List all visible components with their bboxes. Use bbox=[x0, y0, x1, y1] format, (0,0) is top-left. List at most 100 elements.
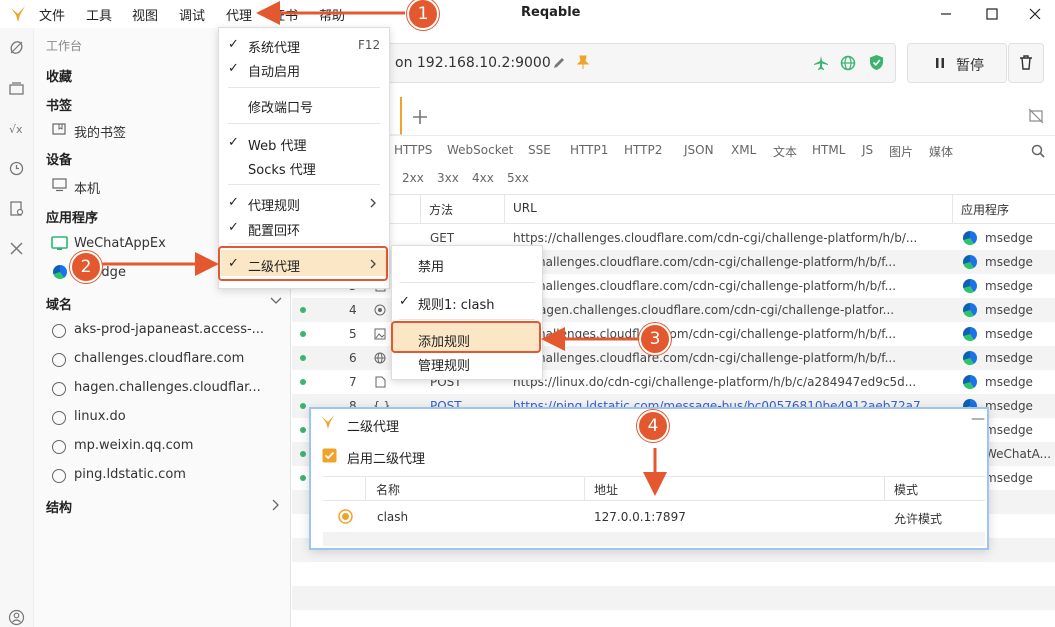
menu-auto-enable[interactable]: 自动启用 bbox=[248, 61, 300, 80]
row-app: msedge bbox=[985, 399, 1033, 413]
filter-media[interactable]: 媒体 bbox=[929, 143, 953, 160]
chevron-right-icon[interactable] bbox=[271, 499, 281, 511]
checkbox-checked-icon[interactable] bbox=[322, 448, 337, 463]
sidebar-my-bookmarks[interactable]: 我的书签 bbox=[74, 122, 126, 141]
table-row bbox=[292, 586, 1055, 610]
row-app: msedge bbox=[985, 231, 1033, 245]
dialog-title: 二级代理 bbox=[347, 420, 400, 435]
radio-selected-icon[interactable] bbox=[338, 509, 353, 524]
search-icon[interactable] bbox=[1031, 144, 1045, 158]
filter-text[interactable]: 文本 bbox=[773, 143, 797, 160]
check-icon: ✓ bbox=[399, 294, 410, 309]
account-icon[interactable] bbox=[8, 609, 25, 626]
menu-file[interactable]: 文件 bbox=[39, 5, 65, 24]
sidebar-favorites[interactable]: 收藏 bbox=[46, 66, 72, 85]
column-method[interactable]: 方法 bbox=[429, 201, 453, 218]
column-divider bbox=[365, 476, 366, 501]
menu-separator bbox=[228, 87, 380, 88]
menu-socks-proxy[interactable]: Socks 代理 bbox=[248, 159, 316, 178]
sidebar-domains[interactable]: 域名 bbox=[46, 294, 72, 313]
filter-js[interactable]: JS bbox=[862, 143, 873, 157]
menu-loopback[interactable]: 配置回环 bbox=[248, 220, 300, 239]
filter-http1[interactable]: HTTP1 bbox=[570, 143, 608, 157]
globe-icon[interactable] bbox=[840, 55, 856, 71]
capture-icon[interactable] bbox=[8, 39, 25, 56]
enable-secondary-proxy-label[interactable]: 启用二级代理 bbox=[347, 448, 425, 467]
dialog-minimize-icon[interactable]: — bbox=[971, 411, 985, 427]
sidebar-apps[interactable]: 应用程序 bbox=[46, 207, 98, 226]
domain-item[interactable]: aks-prod-japaneast.access-... bbox=[74, 322, 264, 337]
menu-proxy[interactable]: 代理 bbox=[226, 5, 252, 24]
dialog-column-address: 地址 bbox=[594, 483, 619, 497]
filter-5xx[interactable]: 5xx bbox=[507, 171, 529, 185]
chevron-down-icon[interactable] bbox=[270, 296, 282, 306]
menu-change-port[interactable]: 修改端口号 bbox=[248, 97, 313, 116]
filter-2xx[interactable]: 2xx bbox=[402, 171, 424, 185]
document-icon[interactable] bbox=[8, 200, 25, 217]
menu-separator bbox=[228, 243, 380, 244]
pause-icon bbox=[936, 58, 944, 68]
filter-websocket[interactable]: WebSocket bbox=[447, 143, 513, 157]
submenu-disable[interactable]: 禁用 bbox=[418, 256, 444, 275]
function-icon[interactable]: √x bbox=[8, 120, 25, 137]
shield-icon[interactable] bbox=[869, 54, 884, 71]
column-url[interactable]: URL bbox=[513, 201, 537, 215]
filter-html[interactable]: HTML bbox=[812, 143, 845, 157]
domain-item[interactable]: linux.do bbox=[74, 409, 126, 424]
airplane-icon[interactable] bbox=[813, 55, 829, 71]
sidebar-this-machine[interactable]: 本机 bbox=[74, 178, 100, 197]
menu-tools[interactable]: 工具 bbox=[86, 5, 112, 24]
rule-address: 127.0.0.1:7897 bbox=[594, 510, 686, 524]
menu-view[interactable]: 视图 bbox=[132, 5, 158, 24]
domain-item[interactable]: challenges.cloudflare.com bbox=[74, 351, 244, 366]
status-dot bbox=[300, 355, 306, 361]
maximize-button[interactable] bbox=[982, 4, 1002, 24]
filter-http2[interactable]: HTTP2 bbox=[624, 143, 662, 157]
column-divider bbox=[420, 194, 421, 224]
close-button[interactable] bbox=[1025, 4, 1045, 24]
filter-sse[interactable]: SSE bbox=[528, 143, 551, 157]
minimize-button[interactable] bbox=[936, 4, 956, 24]
menu-help[interactable]: 帮助 bbox=[319, 5, 345, 24]
sidebar-structure[interactable]: 结构 bbox=[46, 497, 72, 516]
domain-item[interactable]: hagen.challenges.cloudflar... bbox=[74, 380, 261, 395]
menu-web-proxy[interactable]: Web 代理 bbox=[248, 135, 306, 154]
hide-details-icon[interactable] bbox=[1028, 108, 1044, 124]
filter-json[interactable]: JSON bbox=[684, 143, 714, 157]
column-divider bbox=[584, 476, 585, 501]
menu-proxy-rules[interactable]: 代理规则 bbox=[248, 195, 300, 214]
dialog-table-header bbox=[323, 476, 985, 501]
edit-icon[interactable] bbox=[552, 56, 566, 70]
filter-image[interactable]: 图片 bbox=[889, 143, 913, 160]
row-url: s://challenges.cloudflare.com/cdn-cgi/ch… bbox=[513, 351, 897, 365]
msedge-icon bbox=[963, 255, 977, 269]
menu-certificate[interactable]: 证书 bbox=[272, 5, 298, 24]
app-title: Reqable bbox=[521, 5, 581, 20]
menu-system-proxy[interactable]: 系统代理 bbox=[248, 37, 300, 56]
submenu-manage-rules[interactable]: 管理规则 bbox=[418, 355, 470, 374]
domain-item[interactable]: ping.ldstatic.com bbox=[74, 467, 186, 482]
submenu-rule1[interactable]: 规则1: clash bbox=[418, 294, 495, 313]
sidebar-workspace[interactable]: 工作台 bbox=[46, 37, 82, 54]
menu-debug[interactable]: 调试 bbox=[179, 5, 205, 24]
history-icon[interactable] bbox=[8, 160, 25, 177]
check-icon: ✓ bbox=[228, 37, 239, 52]
pin-icon[interactable] bbox=[577, 55, 589, 70]
add-tab-icon[interactable] bbox=[412, 109, 428, 125]
sidebar-devices[interactable]: 设备 bbox=[46, 149, 72, 168]
filter-4xx[interactable]: 4xx bbox=[472, 171, 494, 185]
collection-icon[interactable] bbox=[8, 80, 25, 97]
filter-xml[interactable]: XML bbox=[731, 143, 756, 157]
status-dot bbox=[300, 379, 306, 385]
sidebar-app-wechatappex[interactable]: WeChatAppEx bbox=[74, 236, 166, 251]
filter-3xx[interactable]: 3xx bbox=[437, 171, 459, 185]
tools-icon[interactable] bbox=[8, 240, 25, 257]
domain-item[interactable]: mp.weixin.qq.com bbox=[74, 438, 193, 453]
row-id: 6 bbox=[349, 351, 357, 365]
sidebar-bookmarks[interactable]: 书签 bbox=[46, 95, 72, 114]
row-url: https://linux.do/cdn-cgi/challenge-platf… bbox=[513, 375, 917, 389]
annotation-badge-2: 2 bbox=[70, 251, 102, 283]
rule-mode: 允许模式 bbox=[894, 512, 943, 526]
filter-https[interactable]: HTTPS bbox=[394, 143, 432, 157]
column-app[interactable]: 应用程序 bbox=[961, 201, 1009, 218]
